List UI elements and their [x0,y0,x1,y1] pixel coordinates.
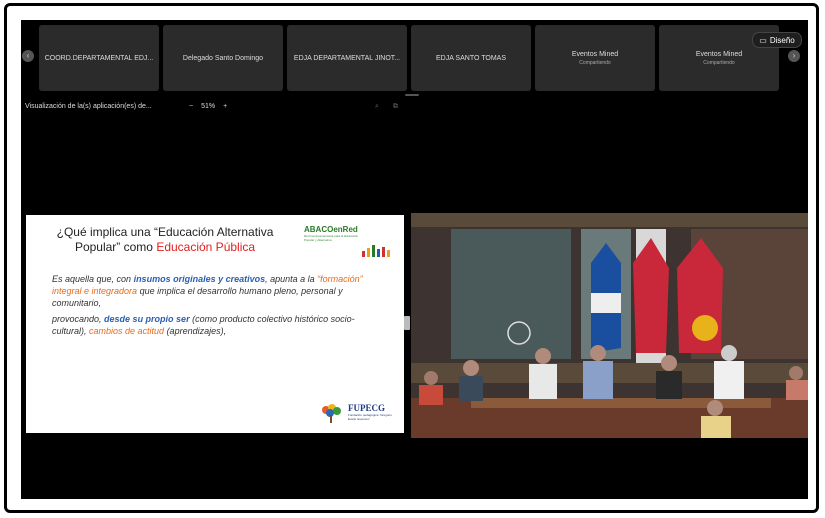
participant-name: COORD.DEPARTAMENTAL EDJ... [44,54,154,62]
abacoenred-logo-tagline: Red Centroamericana para la Educación Po… [304,234,359,242]
view-tools: ⌕ ⧉ [375,103,398,111]
participant-status: Compartiendo [579,59,611,66]
video-scene [411,213,808,438]
participant-tile[interactable]: Delegado Santo Domingo [163,25,283,91]
fupecg-logo-tagline: Fundación pedagógica “Gregorio Evelio Gu… [348,413,392,421]
fupecg-logo: FUPECG Fundación pedagógica “Gregorio Ev… [318,401,398,425]
zoom-controls: − 51% + [189,103,227,110]
layout-button[interactable]: ▭ Diseño [752,32,802,48]
participant-name: Eventos Mined [571,50,619,58]
participant-tile[interactable]: EDJA DEPARTAMENTAL JINOT... [287,25,407,91]
participant-tile[interactable]: COORD.DEPARTAMENTAL EDJ... [39,25,159,91]
text-run: , apunta a la [265,274,318,284]
text-run: desde su propio ser [104,314,190,324]
shared-slide: ¿Qué implica una “Educación Alternativa … [26,215,404,433]
participant-tile[interactable]: Eventos Mined Compartiendo [535,25,655,91]
app-viewing-label: Visualización de la(s) aplicación(es) de… [25,103,152,110]
resize-handle[interactable] [405,94,419,96]
text-run: cambios de actitud [89,326,165,336]
slide-title-highlight: Educación Pública [156,240,256,254]
live-video-feed[interactable] [411,213,808,438]
participant-name: EDJA DEPARTAMENTAL JINOT... [293,54,401,62]
search-icon[interactable]: ⌕ [375,103,379,111]
layout-label: Diseño [769,35,795,45]
tree-icon [322,404,341,423]
slide-paragraph-1: Es aquella que, con insumos originales y… [52,273,372,309]
text-run: insumos originales y creativos [133,274,266,284]
fupecg-logo-name: FUPECG [348,403,385,413]
panel-divider-handle[interactable] [404,316,410,330]
text-run: (aprendizajes), [164,326,227,336]
zoom-in-button[interactable]: + [223,103,227,110]
participant-status: Compartiendo [703,59,735,66]
popout-icon[interactable]: ⧉ [393,103,398,111]
slide-paragraph-2: provocando, desde su propio ser (como pr… [52,313,372,337]
text-run: Es aquella que, con [52,274,134,284]
slide-title: ¿Qué implica una “Educación Alternativa … [40,225,290,255]
bars-icon [362,245,390,257]
zoom-value: 51% [201,103,216,110]
next-participants-button[interactable]: › [788,50,800,62]
participant-tile[interactable]: EDJA SANTO TOMAS [411,25,531,91]
slide-body: Es aquella que, con insumos originales y… [52,273,372,337]
meeting-window: ‹ COORD.DEPARTAMENTAL EDJ... Delegado Sa… [21,20,808,499]
text-run: provocando, [52,314,105,324]
layout-icon: ▭ [759,35,767,45]
prev-participants-button[interactable]: ‹ [22,50,34,62]
participant-name: Delegado Santo Domingo [182,54,264,62]
zoom-out-button[interactable]: − [189,103,193,110]
abacoenred-logo: ABACOenRed Red Centroamericana para la E… [304,225,396,257]
abacoenred-logo-name: ABACOenRed [304,225,358,234]
screenshot-frame: ‹ COORD.DEPARTAMENTAL EDJ... Delegado Sa… [4,3,819,513]
participant-name: Eventos Mined [695,50,743,58]
participant-name: EDJA SANTO TOMAS [435,54,507,62]
